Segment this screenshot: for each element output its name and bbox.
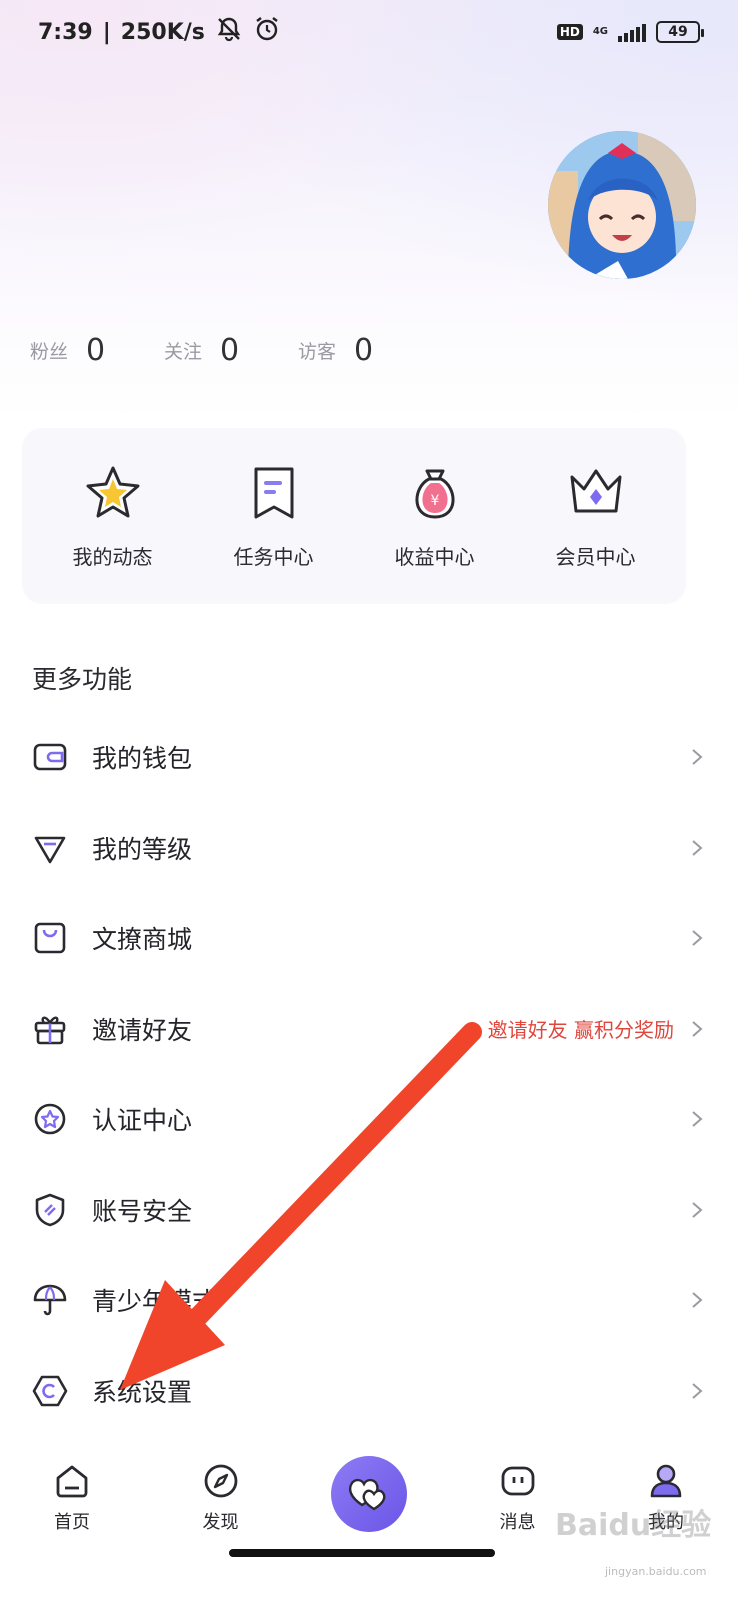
signal-icon: [618, 22, 646, 42]
hd-badge: HD: [556, 24, 583, 40]
chevron-right-icon: [690, 1109, 704, 1129]
quick-action-member-center[interactable]: 会员中心: [521, 463, 671, 570]
menu-item-verification[interactable]: 认证中心: [0, 1074, 738, 1165]
home-indicator[interactable]: [229, 1549, 495, 1557]
chevron-right-icon: [690, 838, 704, 858]
compass-icon: [202, 1462, 240, 1504]
stat-label: 访客: [298, 341, 337, 363]
quick-action-earnings-center[interactable]: ¥ 收益中心: [360, 463, 510, 570]
chevron-right-icon: [690, 1019, 704, 1039]
shopping-bag-icon: [32, 920, 68, 956]
umbrella-icon: [32, 1282, 68, 1318]
stat-value: 0: [354, 333, 374, 368]
stat-label: 粉丝: [30, 341, 69, 363]
money-bag-icon: ¥: [405, 463, 465, 527]
chevron-right-icon: [690, 1290, 704, 1310]
mute-icon: [215, 15, 243, 49]
quick-actions-card: 我的动态 任务中心 ¥ 收益中心 会员中心: [22, 428, 686, 604]
stat-value: 0: [86, 333, 106, 368]
status-separator: |: [102, 19, 111, 45]
menu-item-label: 账号安全: [92, 1196, 193, 1226]
hearts-icon: [344, 1467, 394, 1521]
quick-action-label: 会员中心: [555, 544, 636, 569]
profile-icon: [647, 1462, 685, 1504]
menu-item-label: 邀请好友: [92, 1015, 193, 1045]
home-icon: [53, 1462, 91, 1504]
nav-label: 消息: [499, 1512, 536, 1533]
chevron-right-icon: [690, 747, 704, 767]
crown-icon: [566, 463, 626, 527]
avatar[interactable]: [548, 131, 696, 279]
status-speed: 250K/s: [120, 19, 205, 45]
quick-action-task-center[interactable]: 任务中心: [199, 463, 349, 570]
badge-star-icon: [32, 1101, 68, 1137]
watermark-url: jingyan.baidu.com: [605, 1565, 707, 1578]
menu-item-label: 我的等级: [92, 834, 193, 864]
chevron-right-icon: [690, 1381, 704, 1401]
quick-action-label: 任务中心: [233, 544, 314, 569]
nav-label: 发现: [202, 1512, 239, 1533]
menu-item-level[interactable]: 我的等级: [0, 803, 738, 894]
network-label: 4G: [592, 26, 608, 37]
menu-item-wallet[interactable]: 我的钱包: [0, 712, 738, 803]
stat-following[interactable]: 关注 0: [164, 333, 298, 368]
stat-fans[interactable]: 粉丝 0: [30, 333, 164, 368]
quick-action-label: 收益中心: [394, 544, 475, 569]
nav-messages[interactable]: 消息: [476, 1462, 560, 1534]
quick-action-my-posts[interactable]: 我的动态: [38, 463, 188, 570]
stat-value: 0: [220, 333, 240, 368]
menu-item-invite-friends[interactable]: 邀请好友 邀请好友 赢积分奖励: [0, 984, 738, 1075]
gift-icon: [32, 1011, 68, 1047]
battery-level: 49: [668, 24, 688, 40]
battery-icon: 49: [656, 21, 704, 43]
alarm-icon: [253, 15, 281, 49]
nav-label: 首页: [54, 1512, 90, 1533]
nav-discover[interactable]: 发现: [179, 1462, 263, 1534]
menu-item-shop[interactable]: 文撩商城: [0, 893, 738, 984]
nav-home[interactable]: 首页: [30, 1462, 114, 1534]
chevron-right-icon: [690, 928, 704, 948]
menu-item-account-security[interactable]: 账号安全: [0, 1165, 738, 1256]
diamond-icon: [32, 830, 68, 866]
menu-item-label: 青少年模式: [92, 1287, 218, 1317]
menu-item-label: 系统设置: [92, 1377, 193, 1407]
section-title-more-features: 更多功能: [32, 665, 133, 694]
message-icon: [499, 1462, 537, 1504]
menu-item-teen-mode[interactable]: 青少年模式: [0, 1255, 738, 1346]
stats-row: 粉丝 0 关注 0 访客 0: [30, 333, 432, 368]
wallet-icon: [32, 739, 68, 775]
star-icon: [83, 463, 143, 527]
status-time: 7:39: [38, 19, 93, 45]
nav-center-match[interactable]: [327, 1456, 411, 1532]
hexagon-settings-icon: [32, 1373, 68, 1409]
menu-item-label: 文撩商城: [92, 925, 193, 955]
bookmark-icon: [244, 463, 304, 527]
menu-item-label: 我的钱包: [92, 744, 193, 774]
stat-visitors[interactable]: 访客 0: [298, 333, 432, 368]
center-action-button[interactable]: [331, 1456, 407, 1532]
invite-promo-text: 邀请好友 赢积分奖励: [487, 1018, 674, 1043]
stat-label: 关注: [164, 341, 203, 363]
svg-text:¥: ¥: [430, 493, 439, 509]
more-features-list: 我的钱包 我的等级 文撩商城 邀请好友 邀请好友 赢积分奖励 认证中心 账号安全…: [0, 712, 738, 1436]
quick-action-label: 我的动态: [72, 544, 153, 569]
shield-icon: [32, 1192, 68, 1228]
menu-item-label: 认证中心: [92, 1106, 193, 1136]
watermark-logo: Baidu经验: [555, 1508, 712, 1543]
menu-item-system-settings[interactable]: 系统设置: [0, 1346, 738, 1437]
status-bar: 7:39 | 250K/s HD 4G 49: [0, 0, 738, 64]
chevron-right-icon: [690, 1200, 704, 1220]
